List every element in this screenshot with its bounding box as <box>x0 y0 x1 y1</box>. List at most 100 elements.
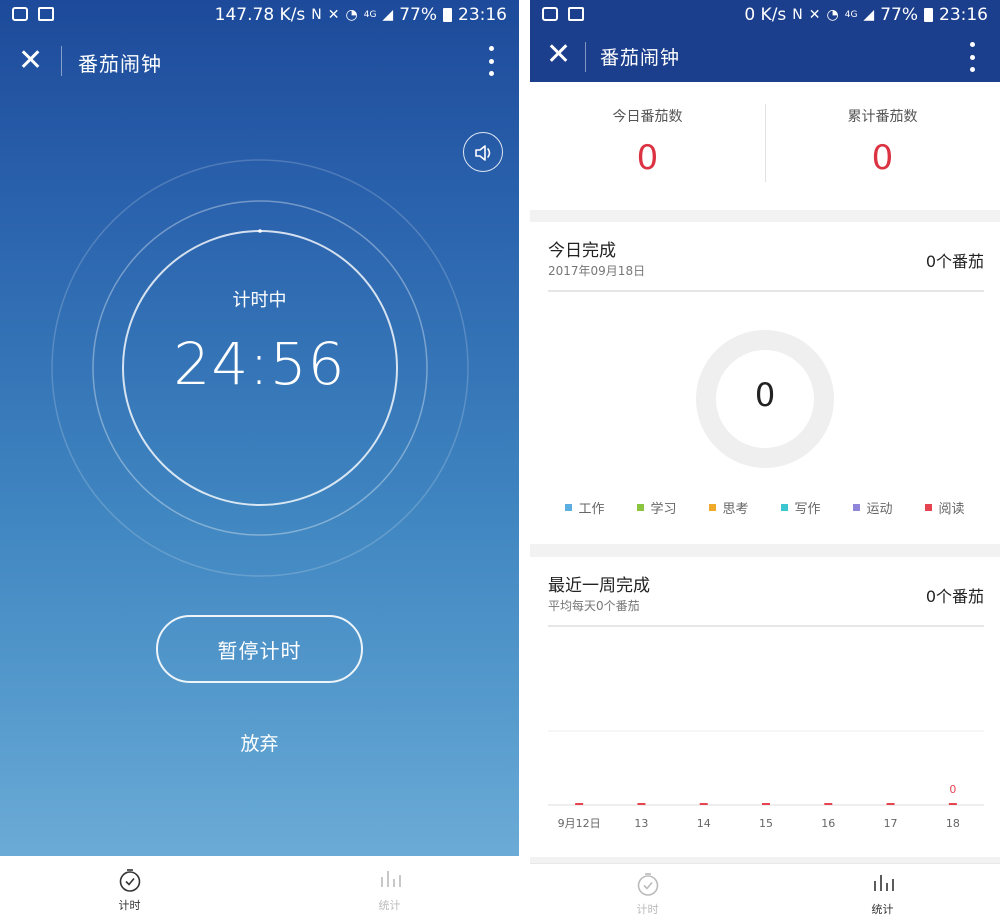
chart-bar <box>948 803 957 805</box>
legend-swatch <box>853 504 861 511</box>
today-tomato-count: 今日番茄数 0 <box>530 82 765 210</box>
chart-tick-label: 16 <box>821 817 835 830</box>
bar-chart-icon <box>380 870 401 887</box>
chart-tick-label: 15 <box>759 817 773 830</box>
legend-swatch <box>565 504 573 511</box>
tab-timer[interactable]: 计时 <box>0 856 259 923</box>
clock-time: 23:16 <box>939 5 988 25</box>
pause-timer-button[interactable]: 暂停计时 <box>156 615 363 683</box>
legend-swatch <box>709 504 717 511</box>
timer-status-label: 计时中 <box>232 290 287 311</box>
today-count: 0个番茄 <box>925 252 984 271</box>
today-tomato-value: 0 <box>636 138 659 178</box>
signal-icon: ◢ <box>382 7 394 23</box>
bottom-tab-bar: 计时 统计 <box>530 863 1000 923</box>
card-separator <box>548 290 984 292</box>
category-legend: 工作 学习 思考 写作 运动 阅读 <box>530 498 1000 517</box>
chart-tick-label: 14 <box>697 817 711 830</box>
status-bar: 147.78 K/s N ✕ ◔ 4G ◢ 77% 23:16 <box>0 0 519 32</box>
legend-label: 学习 <box>650 502 677 517</box>
today-title: 今日完成 <box>548 241 616 261</box>
battery-icon <box>924 8 933 22</box>
app-title: 番茄闹钟 <box>78 52 162 76</box>
close-icon[interactable]: ✕ <box>18 46 43 76</box>
chart-data-label: 0 <box>949 783 956 796</box>
tab-stats-label: 统计 <box>378 898 401 912</box>
mute-icon: ✕ <box>327 7 340 23</box>
stopwatch-icon <box>119 868 140 892</box>
tab-timer-label: 计时 <box>118 898 141 912</box>
total-tomato-value: 0 <box>871 138 894 178</box>
clock-time: 23:16 <box>458 5 507 25</box>
nfc-icon: N <box>311 7 322 23</box>
bottom-tab-bar: 计时 统计 <box>0 856 519 923</box>
legend-label: 写作 <box>794 502 821 517</box>
speaker-icon <box>475 145 491 161</box>
message-notification-icon <box>542 7 558 21</box>
chart-bar <box>637 803 646 805</box>
timer-countdown: 24:56 <box>173 330 346 398</box>
chart-tick-label: 17 <box>884 817 898 830</box>
legend-item-read: 阅读 <box>909 498 981 517</box>
network-speed: 0 K/s <box>744 5 787 25</box>
app-bar: ✕ 番茄闹钟 <box>0 32 519 90</box>
signal-icon: ◢ <box>863 7 875 23</box>
today-date: 2017年09月18日 <box>548 264 646 278</box>
battery-percent: 77% <box>399 5 437 25</box>
legend-swatch <box>637 504 645 511</box>
today-completed-card: 今日完成 2017年09月18日 0个番茄 0 工作 学习 思考 写作 运动 阅… <box>530 222 1000 544</box>
legend-label: 阅读 <box>938 502 965 517</box>
more-menu-icon[interactable] <box>970 42 976 72</box>
close-icon[interactable]: ✕ <box>546 40 571 70</box>
app-bar-divider <box>61 46 62 76</box>
message-notification-icon <box>12 7 28 21</box>
donut-center-value: 0 <box>754 376 776 414</box>
legend-swatch <box>925 504 933 511</box>
week-average: 平均每天0个番茄 <box>548 599 640 613</box>
mute-icon: ✕ <box>808 7 821 23</box>
chart-tick-label: 9月12日 <box>558 817 601 830</box>
week-completed-card: 最近一周完成 平均每天0个番茄 0个番茄 9月12日 13 14 15 16 17 18 0 <box>530 557 1000 857</box>
timer-screen: 147.78 K/s N ✕ ◔ 4G ◢ 77% 23:16 ✕ 番茄闹钟 计… <box>0 0 519 923</box>
nfc-icon: N <box>792 7 803 23</box>
total-tomato-count: 累计番茄数 0 <box>765 82 1000 210</box>
chart-tick-label: 18 <box>946 817 960 830</box>
tab-stats[interactable]: 统计 <box>260 856 519 923</box>
app-bar-divider <box>585 42 586 72</box>
network-type: 4G <box>363 10 377 20</box>
week-title: 最近一周完成 <box>548 576 650 596</box>
chart-tick-label: 13 <box>634 817 648 830</box>
stopwatch-icon <box>637 873 658 896</box>
battery-percent: 77% <box>880 5 918 25</box>
app-title: 番茄闹钟 <box>600 47 681 69</box>
tab-timer-label: 计时 <box>636 903 659 916</box>
give-up-button[interactable]: 放弃 <box>0 729 519 756</box>
battery-icon <box>443 8 452 22</box>
chart-bar <box>699 803 708 805</box>
legend-item-write: 写作 <box>765 498 837 517</box>
image-notification-icon <box>38 7 54 21</box>
tab-stats-label: 统计 <box>871 903 894 916</box>
legend-label: 工作 <box>578 502 605 517</box>
tab-stats[interactable]: 统计 <box>765 864 1000 923</box>
legend-item-work: 工作 <box>549 498 621 517</box>
image-notification-icon <box>568 7 584 21</box>
legend-label: 运动 <box>866 502 893 517</box>
chart-bar <box>886 803 895 805</box>
legend-item-sport: 运动 <box>837 498 909 517</box>
network-type: 4G <box>844 10 858 20</box>
legend-item-think: 思考 <box>693 498 765 517</box>
stats-screen: 0 K/s N ✕ ◔ 4G ◢ 77% 23:16 ✕ 番茄闹钟 今日番茄数 … <box>530 0 1000 923</box>
status-bar: 0 K/s N ✕ ◔ 4G ◢ 77% 23:16 <box>530 0 1000 32</box>
chart-bar <box>824 803 833 805</box>
bar-chart-icon <box>873 875 894 891</box>
more-menu-icon[interactable] <box>489 46 495 76</box>
app-bar: ✕ 番茄闹钟 <box>530 32 1000 82</box>
legend-item-study: 学习 <box>621 498 693 517</box>
week-count: 0个番茄 <box>925 587 984 606</box>
total-tomato-label: 累计番茄数 <box>847 109 918 125</box>
legend-swatch <box>781 504 789 511</box>
tab-timer[interactable]: 计时 <box>530 864 765 923</box>
category-donut: 0 <box>696 330 834 468</box>
weekly-bar-chart: 9月12日 13 14 15 16 17 18 0 <box>548 730 984 830</box>
